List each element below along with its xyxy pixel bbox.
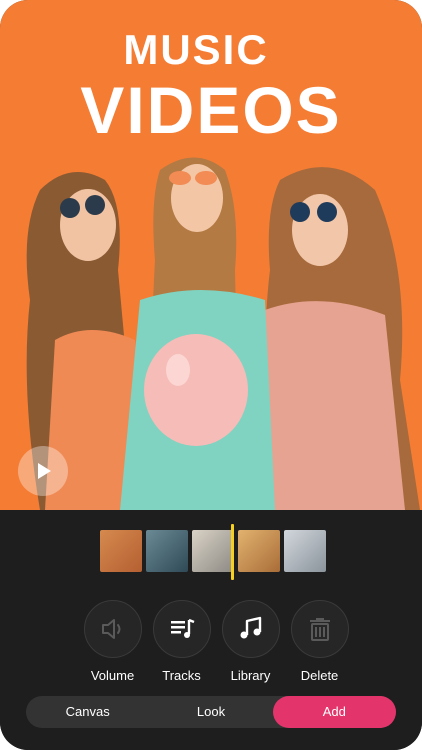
delete-label: Delete <box>300 668 339 683</box>
tab-look[interactable]: Look <box>149 696 272 728</box>
timeline-clip-4[interactable] <box>238 530 280 572</box>
tracks-tool[interactable]: Tracks <box>147 600 216 683</box>
volume-tool[interactable]: Volume <box>78 600 147 683</box>
library-tool[interactable]: Library <box>216 600 285 683</box>
trash-icon <box>309 618 330 641</box>
headline-videos: VIDEOS <box>80 73 342 147</box>
library-button[interactable] <box>221 600 280 658</box>
app-frame: MUSIC VIDEOS Volume Tracks Library Delet… <box>0 0 422 750</box>
speaker-icon <box>101 619 120 639</box>
tracks-button[interactable] <box>152 600 211 658</box>
tool-row: Volume Tracks Library Delete <box>78 600 354 683</box>
timeline-clip-3[interactable] <box>192 530 234 572</box>
tab-canvas[interactable]: Canvas <box>26 696 149 728</box>
tab-add[interactable]: Add <box>272 696 396 728</box>
tracks-list-icon <box>170 618 194 638</box>
headline-music: MUSIC <box>123 26 269 73</box>
play-button[interactable] <box>18 446 68 496</box>
music-note-icon <box>240 616 261 639</box>
library-label: Library <box>230 668 271 683</box>
volume-label: Volume <box>90 668 135 683</box>
timeline-clip-2[interactable] <box>146 530 188 572</box>
timeline-clip-5[interactable] <box>284 530 326 572</box>
tracks-label: Tracks <box>162 668 201 683</box>
hero-preview: MUSIC VIDEOS <box>0 0 422 510</box>
delete-button[interactable] <box>290 600 349 658</box>
volume-button[interactable] <box>83 600 142 658</box>
bottom-tab-bar: Canvas Look Add <box>26 696 396 728</box>
playhead[interactable] <box>231 524 234 580</box>
timeline-clip-1[interactable] <box>100 530 142 572</box>
play-icon <box>38 463 51 479</box>
delete-tool[interactable]: Delete <box>285 600 354 683</box>
editor-panel: Volume Tracks Library Delete Canvas Look… <box>0 510 422 750</box>
timeline-strip[interactable] <box>100 530 330 574</box>
